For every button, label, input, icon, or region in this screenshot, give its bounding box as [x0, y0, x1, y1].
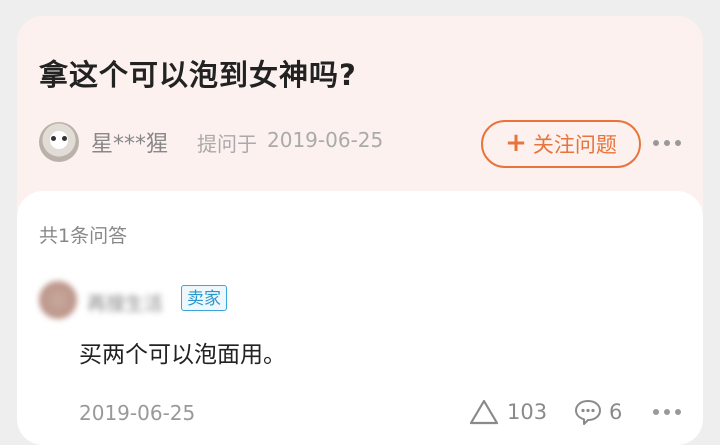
seller-badge: 卖家	[181, 285, 227, 311]
answer-text: 买两个可以泡面用。	[79, 342, 286, 368]
answers-count: 共1条问答	[39, 225, 128, 247]
follow-question-label: 关注问题	[532, 133, 617, 157]
answerer-name[interactable]: 再搜生活	[87, 289, 163, 316]
question-title: 拿这个可以泡到女神吗?	[39, 58, 357, 92]
answer-item: 再搜生活 卖家 买两个可以泡面用。 2019-06-25 103 6	[39, 281, 689, 431]
plus-icon: +	[505, 128, 527, 158]
like-count: 103	[507, 400, 548, 424]
like-icon	[469, 399, 499, 425]
asker-row: 星***猩 提问于 2019-06-25 + 关注问题	[39, 120, 689, 168]
comment-count: 6	[609, 400, 623, 424]
comment-icon	[575, 400, 601, 425]
like-button[interactable]: 103	[469, 397, 547, 427]
more-icon[interactable]	[653, 409, 681, 417]
asker-avatar[interactable]	[39, 122, 79, 162]
asker-name[interactable]: 星***猩	[91, 126, 168, 158]
answerer-avatar[interactable]	[39, 281, 77, 319]
asked-date: 2019-06-25	[267, 128, 384, 152]
comment-button[interactable]: 6	[573, 397, 622, 427]
follow-question-button[interactable]: + 关注问题	[481, 120, 641, 168]
answer-footer: 2019-06-25 103 6	[39, 397, 689, 431]
answers-card: 共1条问答 再搜生活 卖家 买两个可以泡面用。 2019-06-25 103 6	[17, 191, 703, 445]
asked-label: 提问于	[197, 132, 257, 156]
answer-date: 2019-06-25	[79, 401, 196, 425]
more-icon[interactable]	[653, 140, 681, 148]
